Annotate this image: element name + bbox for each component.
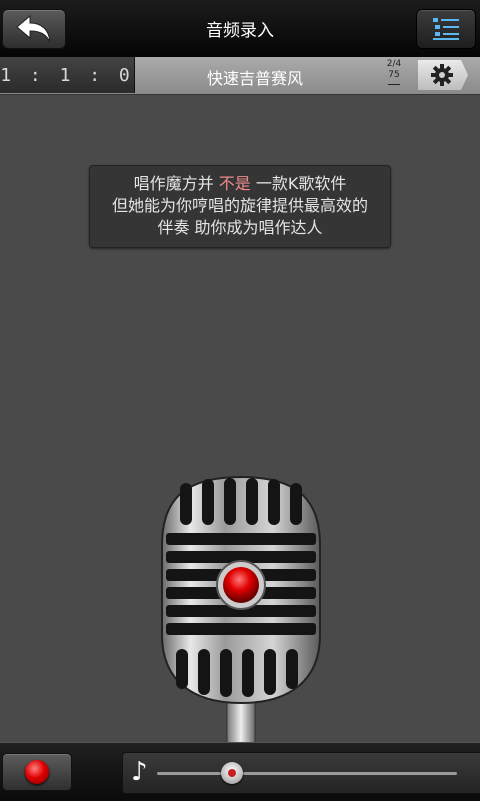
- style-name[interactable]: 快速吉普赛风: [140, 65, 370, 89]
- record-icon: [25, 760, 49, 784]
- time-signature-tempo: 2/4 75: [384, 59, 404, 85]
- tip-box: 唱作魔方并 不是 一款K歌软件 但她能为你哼唱的旋律提供最高效的 伴奏 助你成为…: [89, 165, 391, 248]
- top-bar: 音频录入: [0, 0, 480, 58]
- settings-button[interactable]: [418, 60, 468, 90]
- record-button[interactable]: [2, 753, 72, 791]
- slider-track[interactable]: [157, 772, 457, 775]
- tip-text: 唱作魔方并: [133, 174, 219, 193]
- tip-line-2: 但她能为你哼唱的旋律提供最高效的: [111, 196, 368, 215]
- microphone-record-button[interactable]: [160, 475, 322, 743]
- info-bar: 1 : 1 : 0 快速吉普赛风 2/4 75: [0, 57, 480, 95]
- back-arrow-icon: [16, 14, 51, 43]
- gear-icon: [431, 64, 453, 86]
- tip-text: 一款K歌软件: [250, 174, 347, 193]
- tip-line-1: 唱作魔方并 不是 一款K歌软件: [90, 173, 390, 195]
- tip-line-3: 伴奏 助你成为唱作达人: [157, 218, 323, 237]
- slider-thumb[interactable]: [221, 762, 243, 784]
- list-menu-icon: [433, 18, 459, 40]
- fraction-divider: [388, 84, 400, 85]
- bottom-bar: ♪: [0, 742, 480, 801]
- tempo-value: 75: [388, 70, 400, 80]
- page-title: 音频录入: [206, 21, 274, 41]
- tip-highlight: 不是: [218, 174, 251, 193]
- menu-button[interactable]: [416, 9, 476, 49]
- volume-slider-container: ♪: [122, 752, 480, 794]
- time-signature: 2/4: [386, 59, 402, 69]
- back-button[interactable]: [2, 9, 66, 49]
- music-note-icon: ♪: [131, 757, 148, 787]
- position-display: 1 : 1 : 0: [0, 57, 135, 93]
